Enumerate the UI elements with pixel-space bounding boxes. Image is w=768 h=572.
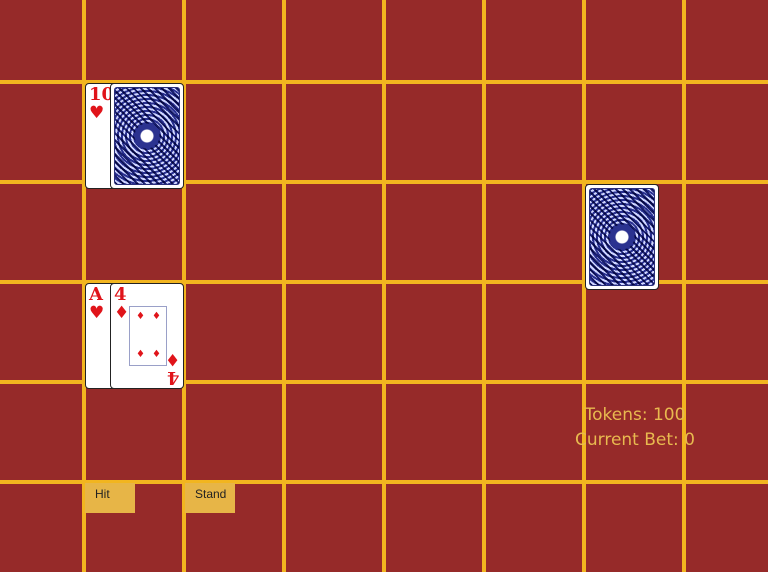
tokens-display: Tokens: 100 bbox=[584, 405, 686, 425]
grid-line bbox=[282, 0, 286, 572]
grid-line bbox=[482, 0, 486, 572]
card-rank: 4 bbox=[167, 367, 180, 388]
diamond-suit-icon: ♦ bbox=[114, 303, 130, 323]
card-back-pattern bbox=[114, 87, 180, 185]
deck-card-face-down bbox=[585, 184, 659, 290]
grid-line bbox=[682, 0, 686, 572]
card-back-pattern bbox=[589, 188, 655, 286]
heart-suit-icon: ♥ bbox=[89, 103, 105, 123]
stand-button[interactable]: Stand bbox=[185, 483, 235, 513]
heart-suit-icon: ♥ bbox=[89, 303, 105, 323]
diamond-pip-icon: ♦ bbox=[136, 349, 145, 360]
hit-button[interactable]: Hit bbox=[85, 483, 135, 513]
diamond-pip-icon: ♦ bbox=[136, 311, 145, 322]
diamond-suit-icon: ♦ bbox=[164, 349, 180, 369]
dealer-card-face-down bbox=[110, 83, 184, 189]
card-rank: 4 bbox=[114, 284, 127, 305]
player-card-four-of-diamonds: 4 ♦ ♦ ♦ ♦ ♦ ♦ 4 bbox=[110, 283, 184, 389]
blackjack-table: 10 ♥ A ♥ 4 ♦ ♦ ♦ ♦ ♦ ♦ 4 Tokens: 100 Cur… bbox=[0, 0, 768, 572]
card-center-frame: ♦ ♦ ♦ ♦ bbox=[129, 306, 167, 366]
grid-line bbox=[382, 0, 386, 572]
current-bet-display: Current Bet: 0 bbox=[575, 430, 695, 450]
card-rank: A bbox=[89, 284, 103, 305]
diamond-pip-icon: ♦ bbox=[152, 349, 161, 360]
diamond-pip-icon: ♦ bbox=[152, 311, 161, 322]
